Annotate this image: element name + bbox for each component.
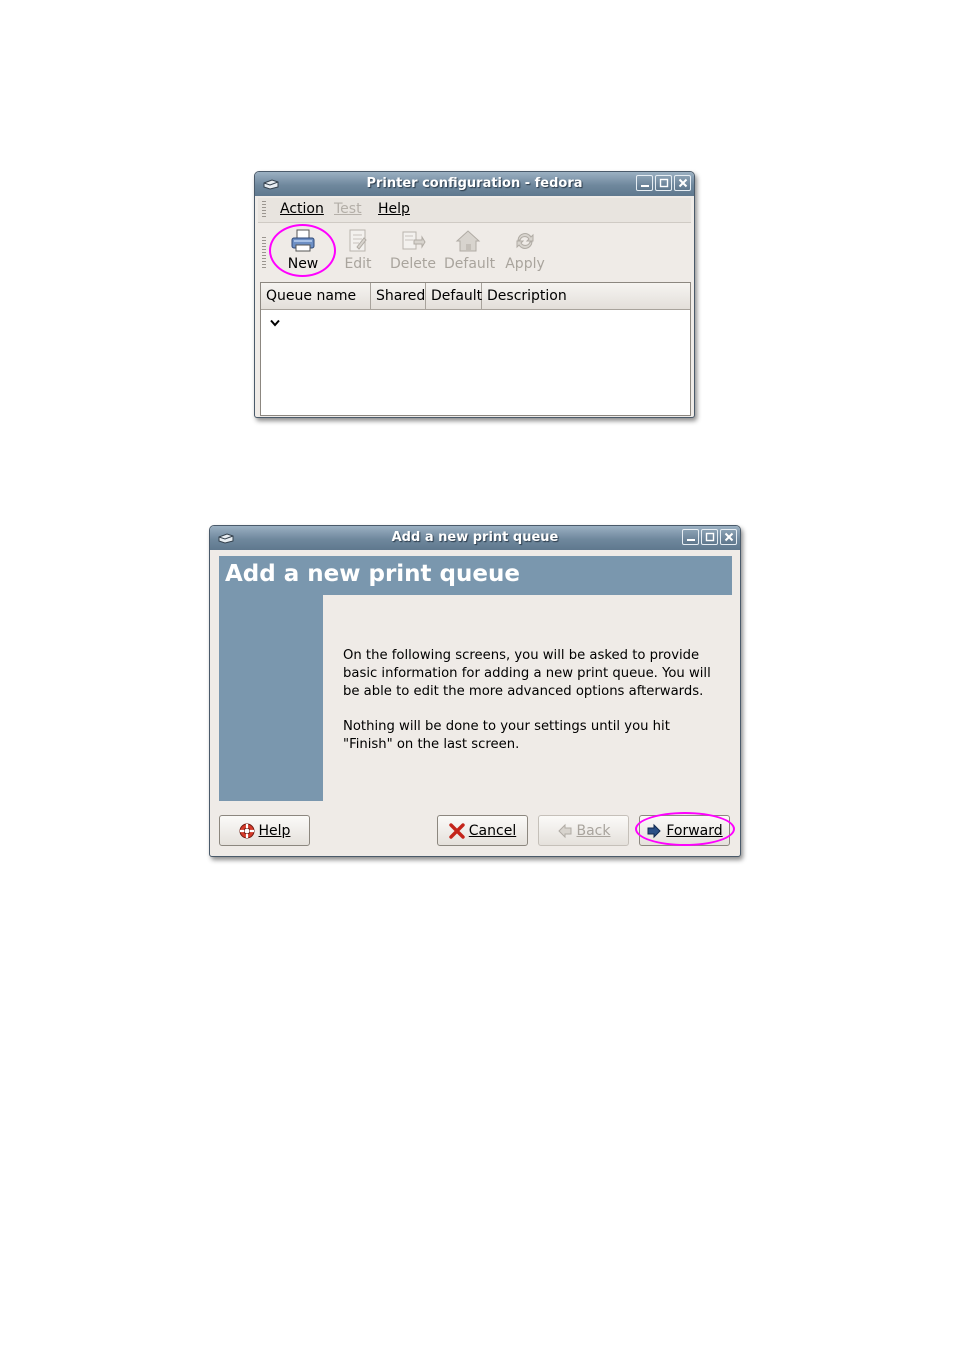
column-description-label: Description: [487, 288, 567, 304]
add-print-queue-window: Add a new print queue Add a new print qu…: [209, 525, 741, 857]
minimize-button[interactable]: [682, 529, 699, 545]
default-label: Default: [444, 256, 496, 272]
minimize-icon: [686, 539, 695, 541]
column-queue-name-label: Queue name: [266, 288, 357, 304]
column-queue-name[interactable]: Queue name: [261, 283, 371, 327]
column-default[interactable]: Default: [426, 283, 482, 310]
cancel-button[interactable]: Cancel: [437, 815, 528, 846]
page-title: Add a new print queue: [225, 561, 520, 587]
menubar-grip[interactable]: [262, 201, 266, 219]
menu-test: Test: [334, 201, 362, 217]
column-shared-label: Shared: [376, 288, 426, 304]
printer-app-icon: [218, 533, 234, 544]
lifebuoy-icon: [239, 823, 255, 838]
minimize-icon: [640, 185, 649, 187]
printer-app-icon: [263, 179, 279, 190]
highlight-circle-new: [269, 224, 336, 277]
window-title: Add a new print queue: [391, 530, 559, 545]
close-icon: [678, 178, 687, 188]
column-description[interactable]: Description: [482, 283, 690, 310]
apply-button: Apply: [505, 228, 545, 272]
close-button[interactable]: [674, 175, 691, 191]
delete-icon: [402, 231, 426, 250]
help-button[interactable]: Help: [219, 815, 310, 846]
delete-button: Delete: [388, 228, 438, 272]
highlight-circle-forward: [635, 812, 735, 846]
apply-icon: [516, 233, 534, 249]
home-icon: [455, 230, 481, 252]
queue-list[interactable]: Queue name Shared Default Description: [260, 282, 691, 416]
intro-text: On the following screens, you will be as…: [343, 647, 718, 771]
printer-config-window: Printer configuration - fedora Action Te…: [254, 171, 695, 418]
maximize-button[interactable]: [701, 529, 718, 545]
menu-action[interactable]: Action: [280, 201, 324, 217]
header-banner: Add a new print queue: [219, 556, 732, 595]
cancel-label: Cancel: [468, 822, 517, 839]
menu-test-label: Test: [334, 201, 362, 217]
menu-action-label: Action: [280, 201, 324, 217]
back-button: Back: [538, 815, 629, 846]
maximize-icon: [705, 532, 714, 542]
maximize-icon: [659, 178, 668, 188]
menu-bar: Action Test Help: [258, 198, 691, 223]
window-title: Printer configuration - fedora: [366, 176, 583, 191]
close-icon: [724, 532, 733, 542]
title-bar[interactable]: Printer configuration - fedora: [255, 172, 694, 196]
edit-icon: [349, 229, 367, 252]
close-button[interactable]: [720, 529, 737, 545]
menu-help-label: Help: [378, 201, 410, 217]
back-label: Back: [576, 822, 611, 839]
back-arrow-icon: [557, 823, 571, 838]
apply-label: Apply: [505, 256, 545, 272]
intro-paragraph-2: Nothing will be done to your settings un…: [343, 719, 670, 752]
column-shared[interactable]: Shared: [371, 283, 426, 310]
title-bar[interactable]: Add a new print queue: [210, 526, 740, 550]
intro-paragraph-1: On the following screens, you will be as…: [343, 648, 711, 699]
default-button: Default: [444, 228, 496, 272]
column-default-label: Default: [431, 288, 483, 304]
x-icon: [449, 822, 465, 839]
delete-label: Delete: [390, 256, 436, 272]
chevron-down-icon: [270, 319, 280, 327]
sidebar-panel: [219, 595, 323, 801]
minimize-button[interactable]: [636, 175, 653, 191]
edit-label: Edit: [344, 256, 372, 272]
toolbar-grip[interactable]: [262, 237, 266, 269]
maximize-button[interactable]: [655, 175, 672, 191]
help-label: Help: [258, 822, 291, 839]
edit-button: Edit: [341, 228, 375, 272]
menu-help[interactable]: Help: [378, 201, 410, 217]
